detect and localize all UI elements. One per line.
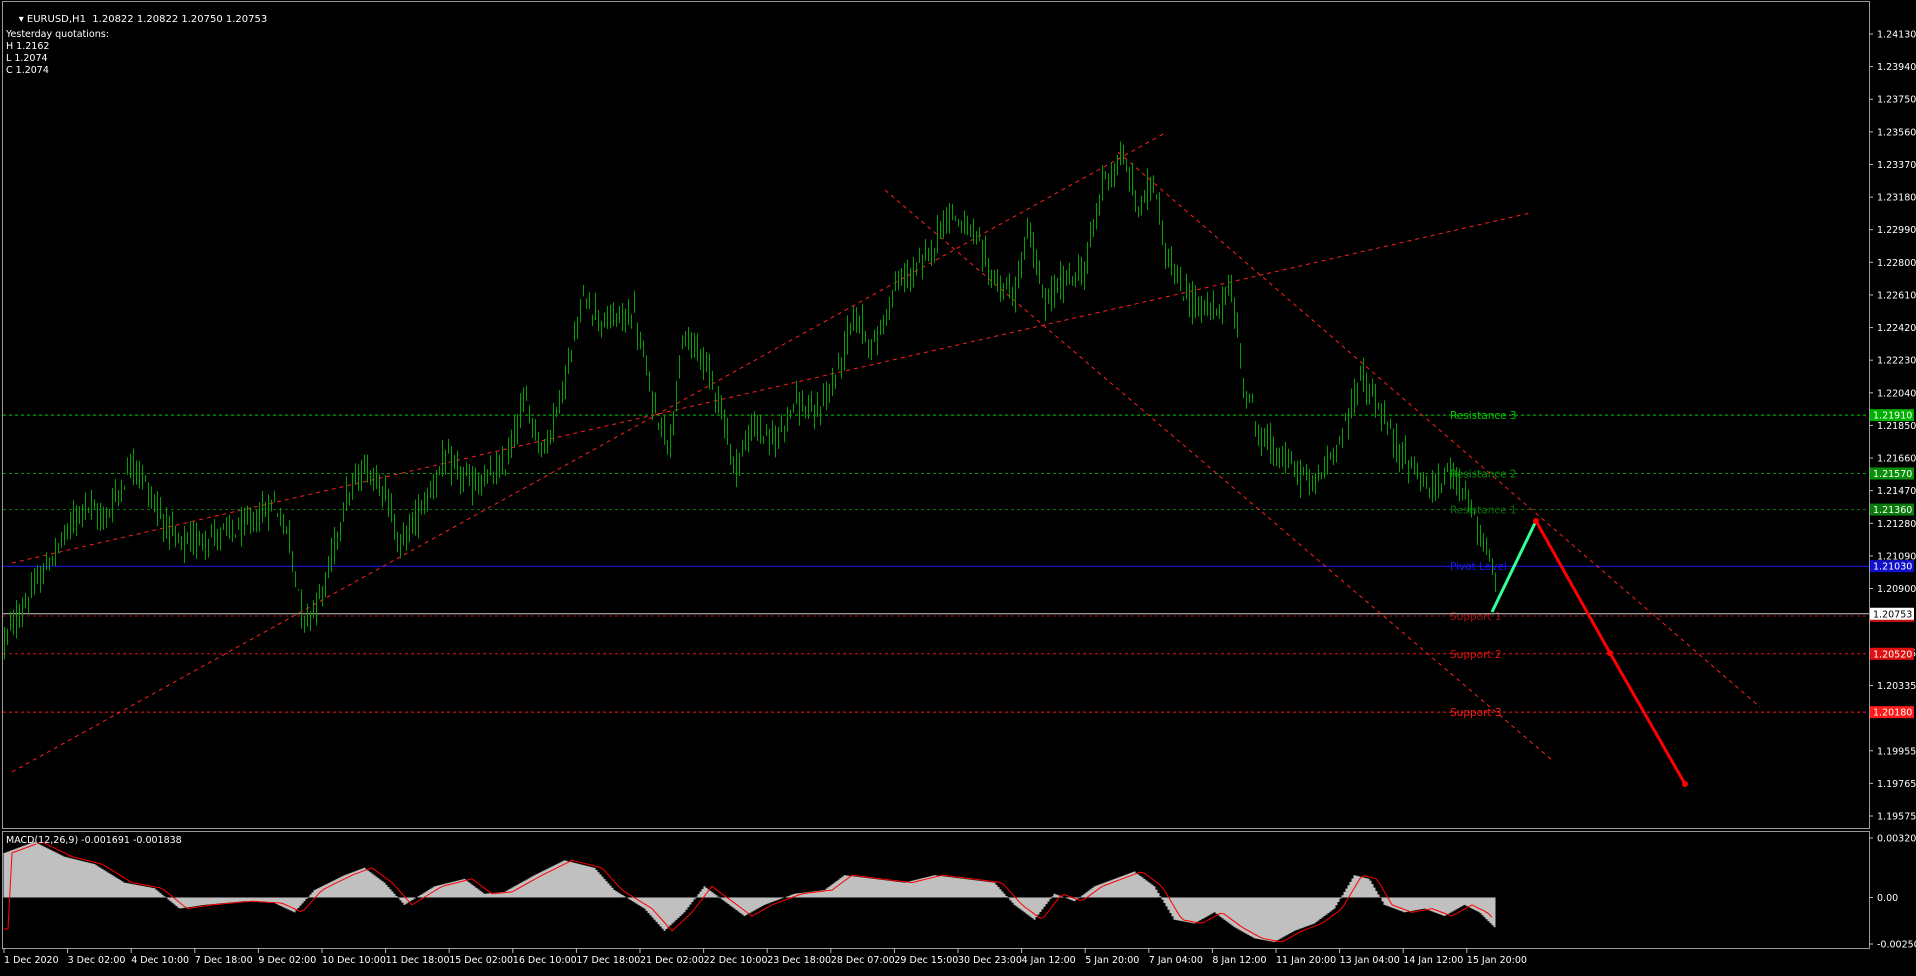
price-tick-label: 1.22230 xyxy=(1877,356,1916,367)
price-tick-label: 1.20335 xyxy=(1877,681,1916,692)
time-tick-label: 23 Dec 18:00 xyxy=(767,955,831,966)
triangle-down-icon[interactable]: ▾ xyxy=(19,14,27,25)
price-tick-label: 1.23750 xyxy=(1877,95,1916,106)
time-tick-label: 8 Jan 12:00 xyxy=(1212,955,1266,966)
time-tick-label: 9 Dec 02:00 xyxy=(258,955,316,966)
price-tick-label: 1.24130 xyxy=(1877,30,1916,41)
price-tick-label: 1.19955 xyxy=(1877,746,1916,757)
time-tick-label: 11 Jan 20:00 xyxy=(1276,955,1336,966)
level-label: Support 1 xyxy=(1450,611,1502,623)
macd-tick-label: -0.002506 xyxy=(1877,940,1916,951)
price-tag-label: 1.21910 xyxy=(1873,411,1912,422)
level-label: Pivot Level xyxy=(1450,561,1507,573)
time-tick-label: 7 Dec 18:00 xyxy=(195,955,253,966)
time-tick-label: 28 Dec 07:00 xyxy=(831,955,895,966)
time-tick-label: 3 Dec 02:00 xyxy=(68,955,126,966)
price-tick-label: 1.21280 xyxy=(1877,519,1916,530)
time-tick-label: 13 Jan 04:00 xyxy=(1340,955,1400,966)
time-tick-label: 10 Dec 10:00 xyxy=(322,955,386,966)
forecast-node xyxy=(1682,781,1688,787)
time-tick-label: 1 Dec 2020 xyxy=(4,955,59,966)
current-price-tag-label: 1.20753 xyxy=(1873,609,1912,620)
time-tick-label: 11 Dec 18:00 xyxy=(386,955,450,966)
price-tick-label: 1.23370 xyxy=(1877,160,1916,171)
price-tick-label: 1.23560 xyxy=(1877,127,1916,138)
price-tick-label: 1.22990 xyxy=(1877,225,1916,236)
time-tick-label: 4 Jan 12:00 xyxy=(1022,955,1076,966)
level-label: Support 3 xyxy=(1450,707,1502,719)
price-tick-label: 1.22610 xyxy=(1877,290,1916,301)
price-tick-label: 1.22040 xyxy=(1877,388,1916,399)
price-tick-label: 1.21470 xyxy=(1877,486,1916,497)
forecast-node xyxy=(1533,518,1539,524)
macd-tick-label: 0.003204 xyxy=(1877,834,1916,845)
price-tick-label: 1.19575 xyxy=(1877,812,1916,823)
symbol-label: EURUSD,H1 xyxy=(26,14,86,25)
price-tick-label: 1.19765 xyxy=(1877,779,1916,790)
price-tick-label: 1.23180 xyxy=(1877,193,1916,204)
time-tick-label: 30 Dec 23:00 xyxy=(958,955,1022,966)
price-tag-label: 1.20520 xyxy=(1873,649,1912,660)
quotes-low: L 1.2074 xyxy=(6,53,48,64)
price-tick-label: 1.23940 xyxy=(1877,62,1916,73)
price-tick-label: 1.21660 xyxy=(1877,454,1916,465)
time-tick-label: 7 Jan 04:00 xyxy=(1149,955,1203,966)
level-label: Support 2 xyxy=(1450,649,1502,661)
time-tick-label: 17 Dec 18:00 xyxy=(576,955,640,966)
quotes-close: C 1.2074 xyxy=(6,65,49,76)
price-tag-label: 1.20180 xyxy=(1873,708,1912,719)
ohlc-readout: 1.20822 1.20822 1.20750 1.20753 xyxy=(92,14,268,25)
time-tick-label: 15 Jan 20:00 xyxy=(1467,955,1527,966)
yesterday-quotations: Yesterday quotations: H 1.2162 L 1.2074 … xyxy=(6,29,109,77)
time-tick-label: 21 Dec 02:00 xyxy=(640,955,704,966)
mt4-chart-window[interactable]: Resistance 3 Resistance 2 Resistance 1 Pivo… xyxy=(0,0,1916,972)
macd-tick-label: 0.00 xyxy=(1877,893,1898,904)
time-tick-label: 15 Dec 02:00 xyxy=(449,955,513,966)
price-tick-label: 1.22800 xyxy=(1877,258,1916,269)
price-tick-label: 1.22420 xyxy=(1877,323,1916,334)
time-tick-label: 14 Jan 12:00 xyxy=(1403,955,1463,966)
quotes-high: H 1.2162 xyxy=(6,41,50,52)
time-tick-label: 16 Dec 10:00 xyxy=(513,955,577,966)
level-label: Resistance 1 xyxy=(1450,505,1517,517)
time-tick-label: 22 Dec 10:00 xyxy=(704,955,768,966)
forecast-node xyxy=(1607,650,1613,656)
price-chart[interactable]: Resistance 3Resistance 2Resistance 1Pivo… xyxy=(0,0,1916,972)
quotes-title: Yesterday quotations: xyxy=(6,29,109,40)
time-tick-label: 29 Dec 15:00 xyxy=(894,955,958,966)
time-tick-label: 4 Dec 10:00 xyxy=(131,955,189,966)
level-label: Resistance 3 xyxy=(1450,410,1517,422)
price-tag-label: 1.21030 xyxy=(1873,562,1912,573)
price-tag-label: 1.21570 xyxy=(1873,469,1912,480)
price-tick-label: 1.20900 xyxy=(1877,584,1916,595)
time-tick-label: 5 Jan 20:00 xyxy=(1085,955,1139,966)
macd-label: MACD(12,26,9) -0.001691 -0.001838 xyxy=(6,835,182,846)
price-tick-label: 1.21850 xyxy=(1877,421,1916,432)
price-tag-label: 1.21360 xyxy=(1873,505,1912,516)
